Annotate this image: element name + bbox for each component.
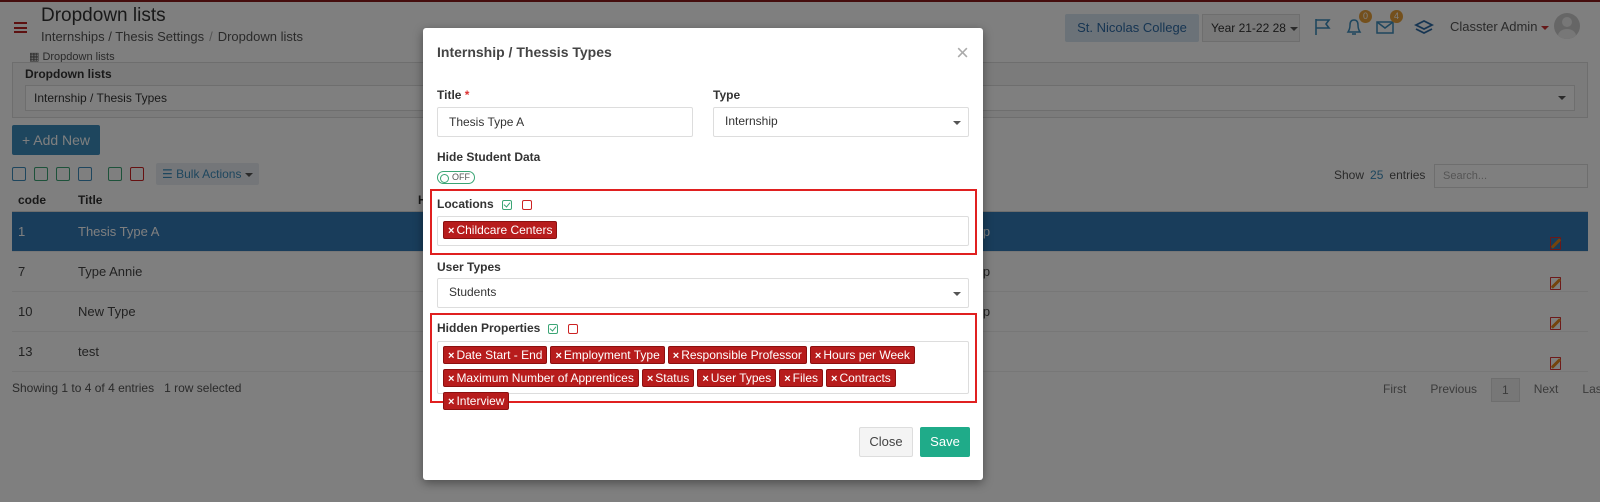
tag-label: User Types bbox=[710, 371, 772, 385]
hidden-properties-label: Hidden Properties bbox=[437, 321, 579, 335]
user-types-label: User Types bbox=[437, 260, 501, 274]
tag-label: Hours per Week bbox=[823, 348, 910, 362]
close-button[interactable]: Close bbox=[859, 427, 913, 457]
modal-title: Internship / Thessis Types bbox=[437, 44, 612, 60]
square-icon[interactable] bbox=[521, 199, 532, 210]
property-tag[interactable]: × Employment Type bbox=[550, 346, 665, 364]
type-label: Type bbox=[713, 88, 741, 102]
tag-label: Employment Type bbox=[563, 348, 660, 362]
save-button[interactable]: Save bbox=[920, 427, 970, 457]
hide-student-label: Hide Student Data bbox=[437, 150, 541, 164]
title-input[interactable]: Thesis Type A bbox=[437, 107, 693, 137]
property-tag[interactable]: × Files bbox=[779, 369, 823, 387]
title-label-text: Title bbox=[437, 88, 462, 102]
tag-label: Maximum Number of Apprentices bbox=[456, 371, 634, 385]
close-icon[interactable]: × bbox=[956, 42, 969, 64]
title-label: Title * bbox=[437, 88, 469, 102]
property-tag[interactable]: × Hours per Week bbox=[809, 346, 915, 364]
tag-label: Date Start - End bbox=[456, 348, 543, 362]
property-tag[interactable]: × Status bbox=[641, 369, 695, 387]
locations-multiselect[interactable]: × Childcare Centers bbox=[437, 216, 969, 246]
tag-label: Childcare Centers bbox=[456, 223, 553, 237]
property-tag[interactable]: × Date Start - End bbox=[443, 346, 548, 364]
property-tag[interactable]: × Interview bbox=[443, 392, 510, 410]
tag-label: Responsible Professor bbox=[681, 348, 802, 362]
hidden-properties-multiselect[interactable]: × Date Start - End × Employment Type × Respon… bbox=[437, 341, 969, 410]
tag-label: Interview bbox=[456, 394, 505, 408]
tag-label: Files bbox=[792, 371, 818, 385]
edit-type-modal: Internship / Thessis Types × Title * The… bbox=[423, 28, 983, 480]
hide-student-toggle[interactable]: OFF bbox=[437, 171, 475, 184]
chevron-down-icon bbox=[953, 292, 961, 296]
hidden-properties-label-text: Hidden Properties bbox=[437, 321, 541, 335]
user-types-select[interactable]: Students bbox=[437, 278, 969, 308]
square-icon[interactable] bbox=[568, 323, 579, 334]
chevron-down-icon bbox=[953, 121, 961, 125]
required-mark: * bbox=[464, 88, 470, 102]
property-tag[interactable]: × Responsible Professor bbox=[667, 346, 807, 364]
type-select[interactable]: Internship bbox=[713, 107, 969, 137]
property-tag[interactable]: × Contracts bbox=[826, 369, 896, 387]
property-tag[interactable]: × Maximum Number of Apprentices bbox=[443, 369, 639, 387]
locations-label: Locations bbox=[437, 197, 532, 211]
type-value: Internship bbox=[725, 114, 778, 128]
tag-label: Contracts bbox=[839, 371, 891, 385]
toggle-text: OFF bbox=[452, 172, 470, 182]
locations-label-text: Locations bbox=[437, 197, 494, 211]
location-tag[interactable]: × Childcare Centers bbox=[443, 221, 558, 239]
property-tag[interactable]: × User Types bbox=[697, 369, 777, 387]
tag-label: Status bbox=[655, 371, 690, 385]
check-square-icon[interactable] bbox=[548, 323, 559, 334]
user-types-value: Students bbox=[449, 285, 497, 299]
check-square-icon[interactable] bbox=[501, 199, 512, 210]
